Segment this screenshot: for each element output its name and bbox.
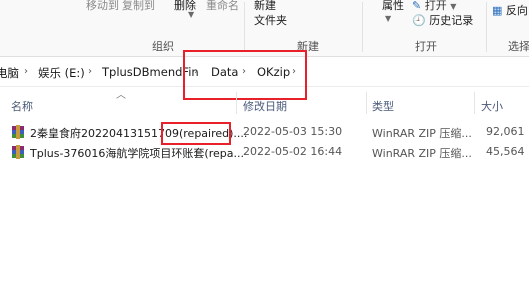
breadcrumb-pc[interactable]: 电脑: [0, 65, 19, 81]
history-icon: 🕘: [412, 14, 426, 27]
file-size: 92,061 K: [486, 125, 529, 138]
open-chevron-down-icon: ▼: [450, 2, 457, 11]
properties-button[interactable]: 属性: [382, 0, 404, 13]
new-folder-label: 文件夹: [254, 14, 287, 27]
group-open-label: 打开: [415, 40, 437, 53]
file-date: 2022-05-02 16:44: [243, 145, 343, 158]
file-row[interactable]: Tplus-376016海航学院项目环账套(repa... 2022-05-02…: [0, 142, 529, 162]
file-name[interactable]: Tplus-376016海航学院项目环账套(repa...: [30, 145, 244, 161]
file-row[interactable]: 2秦皇食府20220413151709(repaired).... 2022-0…: [0, 122, 529, 142]
properties-chevron-down-icon[interactable]: ▼: [385, 14, 391, 23]
group-select-label: 选择: [508, 40, 529, 53]
rename-button[interactable]: 重命名: [206, 0, 239, 13]
group-organize-label: 组织: [152, 40, 174, 53]
delete-chevron-down-icon[interactable]: ▼: [188, 10, 194, 19]
column-header-type[interactable]: 类型: [372, 98, 394, 114]
invert-selection-label: 反向: [505, 4, 528, 17]
file-type: WinRAR ZIP 压缩...: [372, 127, 472, 140]
chevron-right-icon[interactable]: ›: [24, 66, 28, 77]
ribbon: 移动到 复制到 删除 ▼ 重命名 新建 文件夹 属性 ▼ ✎ 打开 ▼ 🕘 历史…: [0, 0, 529, 57]
copy-to-button[interactable]: 复制到: [122, 0, 155, 13]
history-button[interactable]: 🕘 历史记录: [412, 12, 473, 28]
invert-selection-icon: ▦: [492, 4, 503, 17]
winrar-archive-icon: [12, 145, 24, 159]
chevron-right-icon[interactable]: ›: [88, 66, 92, 77]
invert-selection-button[interactable]: ▦ 反向: [492, 2, 528, 18]
open-label: 打开: [424, 0, 447, 12]
file-type: WinRAR ZIP 压缩...: [372, 147, 472, 160]
column-header-date[interactable]: 修改日期: [243, 98, 287, 114]
winrar-archive-icon: [12, 125, 24, 139]
file-size: 45,564 K: [486, 145, 529, 158]
column-header-size[interactable]: 大小: [481, 98, 503, 114]
file-date: 2022-05-03 15:30: [243, 125, 343, 138]
breadcrumb-drive[interactable]: 娱乐 (E:): [38, 65, 85, 81]
history-label: 历史记录: [429, 14, 474, 27]
column-header-name[interactable]: 名称: [11, 98, 33, 114]
sort-ascending-icon[interactable]: ︿: [116, 86, 126, 101]
annotation-box-path: [183, 50, 307, 100]
open-icon: ✎: [412, 0, 422, 12]
move-to-button[interactable]: 移动到: [86, 0, 119, 13]
